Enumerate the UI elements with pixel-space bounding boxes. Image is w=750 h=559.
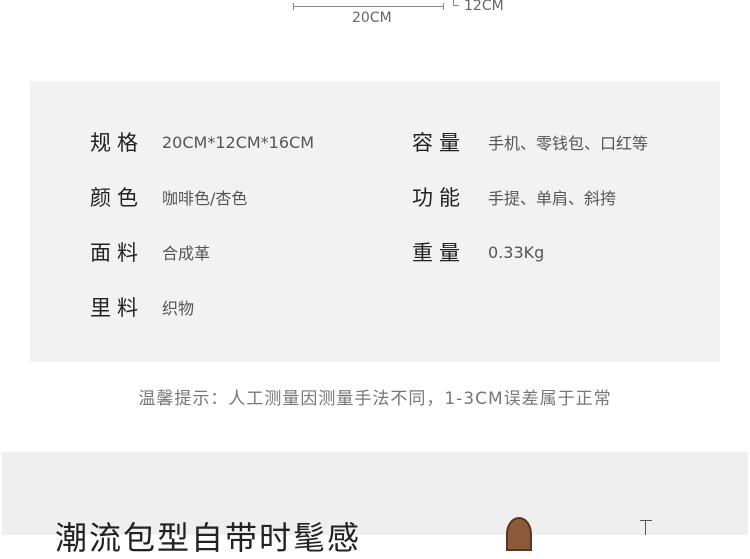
spec-value: 织物 xyxy=(162,299,195,318)
width-dimension-tick-right xyxy=(443,3,444,10)
spec-label: 规格 xyxy=(90,131,144,155)
spec-value: 合成革 xyxy=(162,244,211,263)
spec-row-size: 规格 20CM*12CM*16CM xyxy=(90,127,314,157)
measurement-tip: 温馨提示：人工测量因测量手法不同，1-3CM误差属于正常 xyxy=(138,389,612,409)
spec-label: 容量 xyxy=(412,131,466,155)
width-dimension-tick-left xyxy=(293,3,294,10)
spec-row-function: 功能 手提、单肩、斜挎 xyxy=(412,182,616,212)
width-dimension-label: 20CM xyxy=(352,10,392,26)
spec-value: 0.33Kg xyxy=(488,242,545,262)
dimension-marker-stem xyxy=(645,520,646,535)
spec-row-lining: 里料 织物 xyxy=(90,292,194,322)
spec-row-weight: 重量 0.33Kg xyxy=(412,237,544,267)
dimension-diagram: 20CM 12CM xyxy=(0,0,750,60)
height-dimension-bracket xyxy=(453,0,459,6)
spec-label: 面料 xyxy=(90,241,144,265)
spec-label: 里料 xyxy=(90,296,144,320)
width-dimension-line xyxy=(293,6,444,7)
height-dimension-label: 12CM xyxy=(464,0,504,14)
spec-row-color: 颜色 咖啡色/杏色 xyxy=(90,182,247,212)
dimension-marker-bar xyxy=(640,520,652,521)
bag-handle-image xyxy=(506,517,532,551)
spec-row-capacity: 容量 手机、零钱包、口红等 xyxy=(412,127,648,157)
section-heading: 潮流包型自带时髦感 xyxy=(55,519,362,557)
spec-table: 规格 20CM*12CM*16CM 颜色 咖啡色/杏色 面料 合成革 里料 织物… xyxy=(30,81,720,362)
spec-label: 重量 xyxy=(412,241,466,265)
spec-label: 颜色 xyxy=(90,186,144,210)
spec-value: 咖啡色/杏色 xyxy=(162,189,248,208)
spec-value: 20CM*12CM*16CM xyxy=(162,132,315,152)
spec-row-material: 面料 合成革 xyxy=(90,237,210,267)
spec-value: 手机、零钱包、口红等 xyxy=(488,134,649,153)
spec-label: 功能 xyxy=(412,186,466,210)
spec-value: 手提、单肩、斜挎 xyxy=(488,189,617,208)
